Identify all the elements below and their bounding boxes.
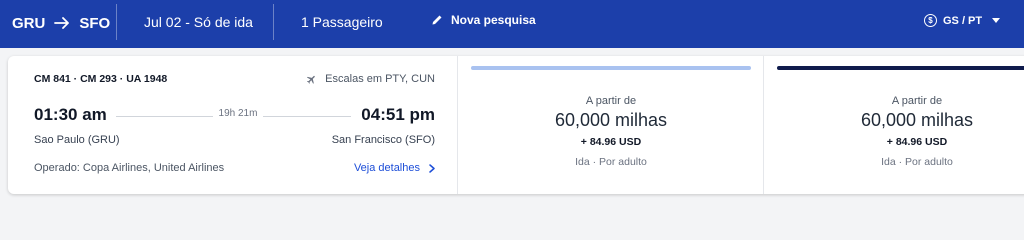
departure-time: 01:30 am <box>34 105 107 124</box>
dollar-circle-icon: $ <box>924 14 937 27</box>
fare-trip-type: Ida · Por adulto <box>881 156 953 168</box>
destination-code: SFO <box>79 14 111 32</box>
route-summary[interactable]: GRU SFO <box>12 13 110 33</box>
fare-accent-bar <box>777 66 1024 70</box>
currency-language-selector[interactable]: $ GS / PT <box>924 14 1001 27</box>
divider <box>273 4 274 40</box>
flight-duration: 19h 21m <box>218 108 258 119</box>
caret-down-icon <box>992 18 1001 23</box>
new-search-button[interactable]: Nova pesquisa <box>431 13 536 27</box>
arrow-right-icon <box>54 17 70 29</box>
duration-line <box>116 116 213 117</box>
details-link[interactable]: Veja detalhes <box>354 162 435 174</box>
arrival-city: San Francisco (SFO) <box>331 134 435 146</box>
plane-icon <box>306 74 317 85</box>
fare-miles: 60,000 milhas <box>554 110 668 130</box>
pencil-icon <box>431 14 443 26</box>
fare-miles: 60,000 milhas <box>860 110 974 130</box>
fare-taxes: + 84.96 USD <box>886 136 948 148</box>
flight-numbers: CM 841 · CM 293 · UA 1948 <box>34 73 168 85</box>
passengers-selector[interactable]: 1 Passageiro <box>301 14 383 30</box>
new-search-label: Nova pesquisa <box>451 13 536 27</box>
operated-by: Operado: Copa Airlines, United Airlines <box>34 162 225 174</box>
chevron-right-icon <box>429 163 435 173</box>
fare-option-economy[interactable]: A partir de 60,000 milhas + 84.96 USD Id… <box>458 56 764 194</box>
fare-taxes: + 84.96 USD <box>580 136 642 148</box>
fare-accent-bar <box>471 66 751 70</box>
divider <box>116 4 117 40</box>
fare-trip-type: Ida · Por adulto <box>575 156 647 168</box>
date-selector[interactable]: Jul 02 - Só de ida <box>144 14 253 30</box>
fare-from-label: A partir de <box>891 95 943 107</box>
departure-city: Sao Paulo (GRU) <box>34 134 120 146</box>
top-bar: GRU SFO Jul 02 - Só de ida 1 Passageiro … <box>0 0 1024 48</box>
stops-label: Escalas em PTY, CUN <box>325 73 435 85</box>
fare-from-label: A partir de <box>585 95 637 107</box>
origin-code: GRU <box>12 14 46 32</box>
duration-line <box>263 116 351 117</box>
currency-language-label: GS / PT <box>943 14 983 27</box>
flight-info-panel: CM 841 · CM 293 · UA 1948 Escalas em PTY… <box>8 56 458 194</box>
flight-result-card: CM 841 · CM 293 · UA 1948 Escalas em PTY… <box>8 56 1024 194</box>
stops-info: Escalas em PTY, CUN <box>306 73 435 85</box>
arrival-time: 04:51 pm <box>361 105 435 124</box>
details-label: Veja detalhes <box>353 162 420 174</box>
fare-option-premium[interactable]: A partir de 60,000 milhas + 84.96 USD Id… <box>764 56 1024 194</box>
